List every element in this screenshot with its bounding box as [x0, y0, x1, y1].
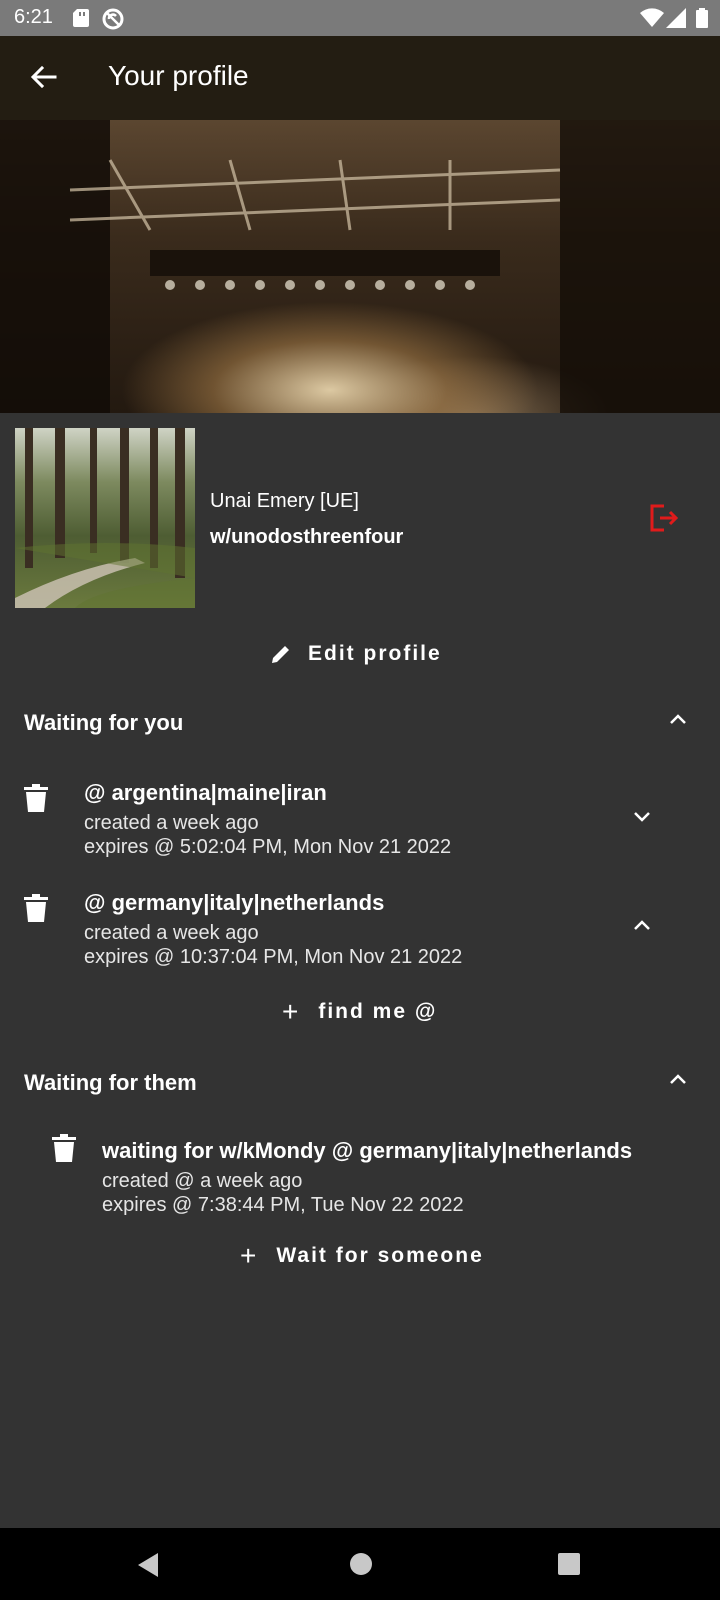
signal-icon: [666, 8, 686, 28]
chevron-up-icon[interactable]: [666, 708, 690, 732]
nav-back-icon[interactable]: [136, 1552, 160, 1578]
system-nav-bar: [0, 1528, 720, 1600]
plus-icon: +: [282, 996, 299, 1027]
waiting-item-expires: expires @ 7:38:44 PM, Tue Nov 22 2022: [102, 1194, 464, 1216]
chevron-down-icon[interactable]: [630, 804, 654, 828]
page-title: Your profile: [108, 60, 249, 91]
app-bar: Your profile: [0, 36, 720, 120]
status-bar: 6:21: [0, 0, 720, 36]
wait-item-expires: expires @ 10:37:04 PM, Mon Nov 21 2022: [84, 946, 463, 968]
profile-banner-image: [0, 120, 720, 413]
waiting-item-created: created @ a week ago: [102, 1170, 303, 1192]
section-title-waiting-for-you: Waiting for you: [24, 710, 184, 735]
profile-name: Unai Emery [UE]: [210, 490, 359, 512]
battery-icon: [696, 8, 708, 28]
edit-profile-label: Edit profile: [308, 642, 442, 665]
waiting-item-title: waiting for w/kMondy @ germany|italy|net…: [102, 1138, 633, 1163]
stage-truss-illustration: [0, 120, 720, 413]
wait-item-created: created a week ago: [84, 922, 259, 944]
edit-profile-button[interactable]: Edit profile: [270, 636, 442, 672]
nav-home-icon[interactable]: [349, 1552, 373, 1576]
find-me-button[interactable]: + find me @: [282, 998, 437, 1026]
chevron-up-icon[interactable]: [630, 914, 654, 938]
wait-for-someone-label: Wait for someone: [276, 1244, 484, 1267]
wait-item-title: @ argentina|maine|iran: [84, 780, 327, 805]
profile-handle: w/unodosthreenfour: [210, 526, 404, 548]
wait-item-title: @ germany|italy|netherlands: [84, 890, 385, 915]
trash-icon[interactable]: [24, 784, 48, 812]
wait-for-someone-button[interactable]: + Wait for someone: [240, 1242, 484, 1270]
sd-card-icon: [73, 9, 89, 27]
sync-blocked-icon: [102, 8, 124, 30]
logout-icon[interactable]: [648, 502, 680, 534]
trash-icon[interactable]: [52, 1134, 76, 1162]
back-arrow-icon[interactable]: [28, 62, 58, 92]
nav-recents-icon[interactable]: [557, 1552, 581, 1576]
status-time: 6:21: [14, 6, 53, 28]
wifi-icon: [640, 8, 664, 27]
find-me-label: find me @: [318, 1000, 438, 1023]
wait-item-expires: expires @ 5:02:04 PM, Mon Nov 21 2022: [84, 836, 452, 858]
section-title-waiting-for-them: Waiting for them: [24, 1070, 197, 1095]
forest-path-illustration: [15, 428, 195, 608]
avatar[interactable]: [15, 428, 195, 608]
trash-icon[interactable]: [24, 894, 48, 922]
pencil-icon: [272, 646, 289, 663]
wait-item-created: created a week ago: [84, 812, 259, 834]
plus-icon: +: [240, 1240, 257, 1271]
chevron-up-icon[interactable]: [666, 1068, 690, 1092]
